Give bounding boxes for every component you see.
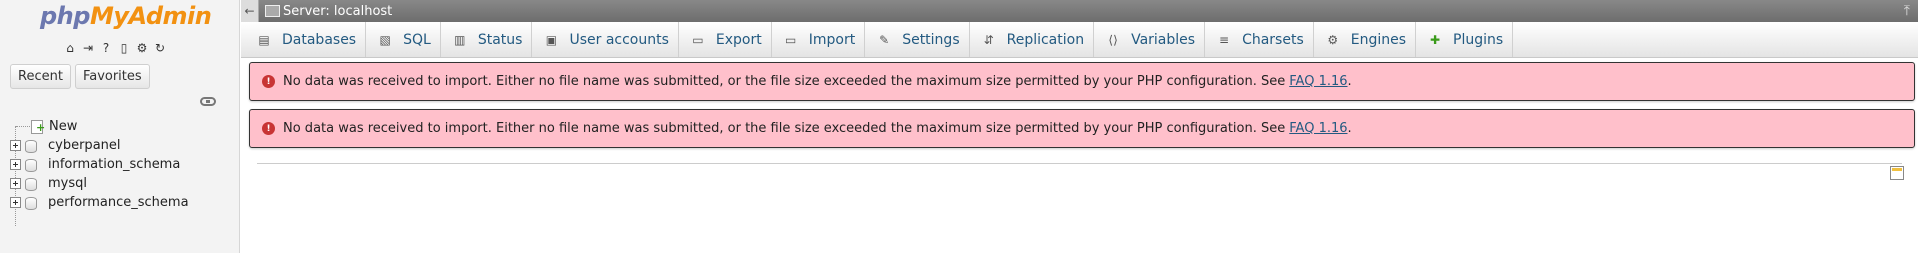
- expand-icon[interactable]: [10, 196, 21, 208]
- recent-favorites-tabs: Recent Favorites: [10, 64, 150, 89]
- import-icon: ▭: [785, 32, 797, 47]
- tab-settings[interactable]: ✎ Settings: [865, 22, 970, 57]
- tree-item-database[interactable]: mysql: [10, 173, 87, 193]
- tab-sql[interactable]: ▧ SQL: [366, 22, 441, 57]
- expand-icon[interactable]: [10, 139, 21, 151]
- phpmyadmin-logo[interactable]: phpMyAdmin: [40, 2, 212, 30]
- expand-icon[interactable]: [10, 158, 21, 170]
- server-breadcrumb-bar: ← Server: localhost ⤒: [241, 0, 1918, 22]
- help-icon[interactable]: ?: [98, 40, 114, 56]
- tree-item-database[interactable]: cyberpanel: [10, 135, 121, 155]
- database-icon: [24, 177, 37, 191]
- settings-icon[interactable]: ⚙: [134, 40, 150, 56]
- expand-icon[interactable]: [10, 177, 21, 189]
- database-name[interactable]: cyberpanel: [48, 138, 121, 153]
- link-with-main-panel-icon[interactable]: [200, 97, 216, 106]
- reload-icon[interactable]: ↻: [152, 40, 168, 56]
- tree-item-new[interactable]: New: [10, 116, 77, 136]
- replication-icon: ⇵: [983, 32, 994, 47]
- databases-icon: ▤: [258, 32, 270, 47]
- sql-icon: ▧: [379, 32, 391, 47]
- server-breadcrumb[interactable]: Server: localhost: [283, 4, 392, 19]
- error-text-tail: .: [1347, 121, 1352, 136]
- server-icon: [265, 5, 280, 17]
- tab-variables[interactable]: ⟨⟩ Variables: [1094, 22, 1206, 57]
- logout-icon[interactable]: ⇥: [80, 40, 96, 56]
- status-icon: ▥: [454, 32, 466, 47]
- error-message: ! No data was received to import. Either…: [249, 109, 1915, 148]
- docs-icon[interactable]: ▯: [116, 40, 132, 56]
- charsets-icon: ≡: [1219, 32, 1230, 47]
- main-menu-tabs: ▤ Databases ▧ SQL ▥ Status ▣ User accounts ▭…: [241, 22, 1918, 58]
- error-icon: !: [262, 75, 275, 88]
- faq-link[interactable]: FAQ 1.16: [1289, 74, 1347, 89]
- error-message: ! No data was received to import. Either…: [249, 62, 1915, 101]
- maximize-icon[interactable]: ⤒: [1904, 3, 1910, 19]
- recent-button[interactable]: Recent: [10, 64, 71, 89]
- tab-status[interactable]: ▥ Status: [441, 22, 533, 57]
- error-text: No data was received to import. Either n…: [283, 121, 1286, 136]
- favorites-button[interactable]: Favorites: [74, 64, 150, 89]
- error-icon: !: [262, 122, 275, 135]
- database-icon: [24, 158, 37, 172]
- export-icon: ▭: [692, 32, 704, 47]
- new-database-icon: [30, 119, 45, 134]
- collapse-navigation-button[interactable]: ←: [241, 0, 259, 22]
- nav-icon-bar: ⌂ ⇥ ? ▯ ⚙ ↻: [62, 40, 168, 56]
- database-name[interactable]: information_schema: [48, 157, 180, 172]
- tree-item-label: New: [49, 118, 78, 134]
- home-icon[interactable]: ⌂: [62, 40, 78, 56]
- tab-user-accounts[interactable]: ▣ User accounts: [532, 22, 679, 57]
- database-icon: [24, 196, 37, 210]
- tree-item-database[interactable]: performance_schema: [10, 192, 189, 212]
- error-text-tail: .: [1347, 74, 1352, 89]
- plugins-icon: ✚: [1430, 32, 1441, 47]
- faq-link[interactable]: FAQ 1.16: [1289, 121, 1347, 136]
- error-text: No data was received to import. Either n…: [283, 74, 1286, 89]
- tab-export[interactable]: ▭ Export: [679, 22, 772, 57]
- tab-replication[interactable]: ⇵ Replication: [970, 22, 1095, 57]
- content-divider: [257, 163, 1902, 164]
- engines-icon: ⚙: [1327, 32, 1339, 47]
- tab-import[interactable]: ▭ Import: [772, 22, 866, 57]
- tab-charsets[interactable]: ≡ Charsets: [1205, 22, 1314, 57]
- tab-plugins[interactable]: ✚ Plugins: [1416, 22, 1514, 57]
- navigation-panel: phpMyAdmin ⌂ ⇥ ? ▯ ⚙ ↻ Recent Favorites …: [0, 0, 240, 253]
- tab-engines[interactable]: ⚙ Engines: [1314, 22, 1417, 57]
- database-icon: [24, 139, 37, 153]
- wrench-icon: ✎: [879, 32, 890, 47]
- database-name[interactable]: performance_schema: [48, 195, 189, 210]
- console-toggle-icon[interactable]: [1890, 166, 1904, 180]
- tree-branch: [16, 125, 30, 127]
- variables-icon: ⟨⟩: [1108, 32, 1118, 47]
- tab-databases[interactable]: ▤ Databases: [241, 22, 367, 57]
- tree-item-database[interactable]: information_schema: [10, 154, 180, 174]
- user-accounts-icon: ▣: [545, 32, 558, 47]
- database-name[interactable]: mysql: [48, 176, 87, 191]
